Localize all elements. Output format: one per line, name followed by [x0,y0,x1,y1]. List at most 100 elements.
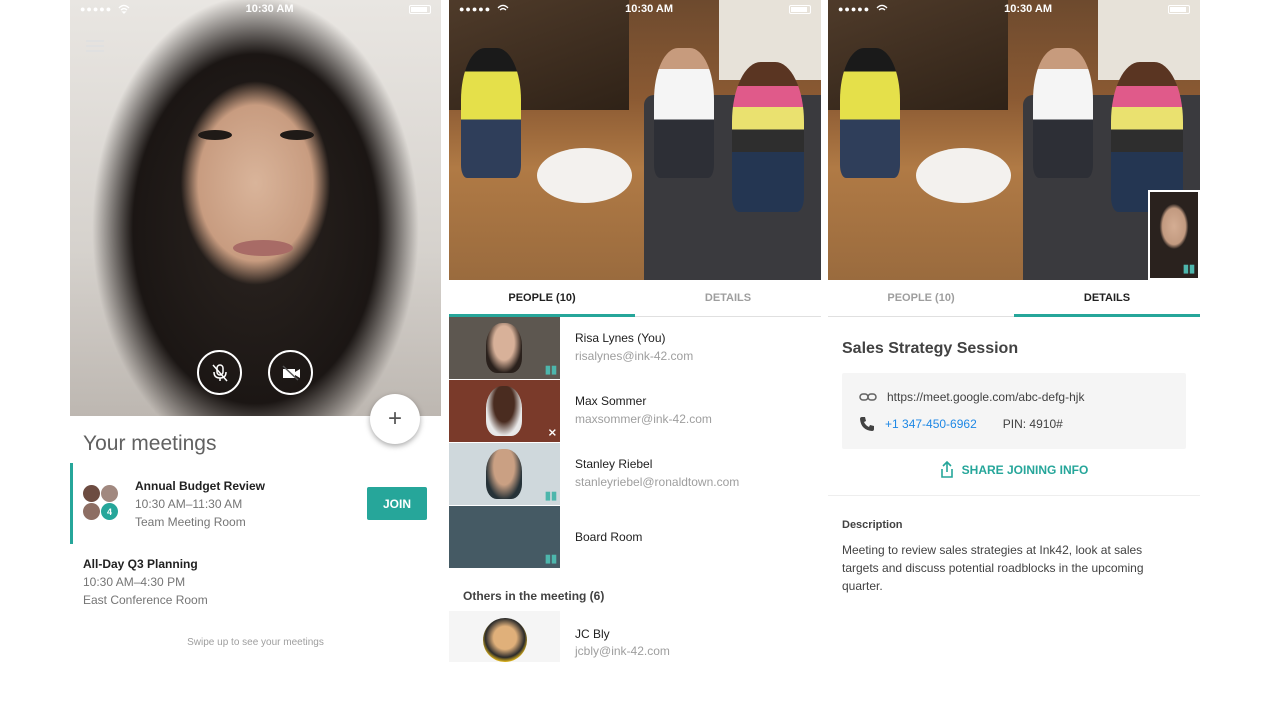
participant-face [486,449,522,499]
status-bar: ●●●●● 10:30 AM [449,0,821,18]
mic-off-icon [211,363,228,381]
participant-face [486,323,522,373]
swipe-hint: Swipe up to see your meetings [187,637,324,648]
participant-email: stanleyriebel@ronaldtown.com [575,475,740,489]
battery-icon [1167,4,1190,14]
signal-icon: ●●●●● [459,4,492,14]
meeting-title: Annual Budget Review [135,479,266,493]
person-striped [732,62,804,212]
call-details-screen: ▮▮ ●●●●● 10:30 AM PEOPLE (10) DETAILS Sa… [828,0,1200,662]
eye-left [198,130,232,140]
participant-row[interactable]: JC Bly jcbly@ink-42.com [449,611,821,662]
participant-name: Risa Lynes (You) [575,331,666,345]
call-people-screen: ●●●●● 10:30 AM PEOPLE (10) DETAILS ▮▮ Ri… [449,0,821,662]
person-yellow [461,48,521,178]
room-video-feed: ▮▮ [828,0,1200,280]
tab-details[interactable]: DETAILS [635,280,821,316]
dial-in-pin: PIN: 4910# [1002,417,1063,431]
signal-icon: ●●●●● [838,4,871,14]
tab-details[interactable]: DETAILS [1014,280,1200,317]
participant-video: ▮▮ [449,506,560,568]
meeting-link-row[interactable]: https://meet.google.com/abc-defg-hjk [859,390,1084,404]
camera-off-icon [281,364,300,381]
avatar [483,618,527,662]
phone-icon [860,417,874,431]
participant-email: risalynes@ink-42.com [575,349,694,363]
status-bar: ●●●●● 10:30 AM [828,0,1200,18]
person-white-shirt [654,48,714,178]
participant-name: Max Sommer [575,394,647,408]
self-video-preview [70,0,441,416]
meeting-card[interactable]: All-Day Q3 Planning 10:30 AM–4:30 PM Eas… [83,555,208,609]
audio-level-icon: ▮▮ [544,364,557,376]
meeting-card-active[interactable]: 4 Annual Budget Review 10:30 AM–11:30 AM… [70,463,441,544]
participant-name: Board Room [575,530,643,544]
meeting-room: East Conference Room [83,593,208,607]
avatar [101,485,118,502]
tab-bar: PEOPLE (10) DETAILS [828,280,1200,317]
active-indicator [70,463,73,544]
share-label: SHARE JOINING INFO [961,462,1089,477]
dial-in-row[interactable]: +1 347-450-6962 PIN: 4910# [859,416,1063,432]
tab-people[interactable]: PEOPLE (10) [828,280,1014,316]
description-label: Description [842,519,903,531]
avatar [83,485,100,502]
wifi-icon [118,4,130,14]
description-text: Meeting to review sales strategies at In… [842,543,1144,593]
status-bar: ●●●●● 10:30 AM [70,0,441,18]
meeting-title: Sales Strategy Session [842,340,1019,357]
mic-off-icon: ⨯ [547,427,557,439]
avatar [83,503,100,520]
audio-level-icon: ▮▮ [544,490,557,502]
lips [233,240,293,256]
meeting-room: Team Meeting Room [135,515,246,529]
joining-info-box: https://meet.google.com/abc-defg-hjk +1 … [842,373,1186,449]
eye-right [280,130,314,140]
meeting-link[interactable]: https://meet.google.com/abc-defg-hjk [887,390,1084,404]
participant-row[interactable]: ▮▮ Stanley Riebel stanleyriebel@ronaldto… [449,443,821,506]
audio-level-icon: ▮▮ [544,553,557,565]
participant-email: maxsommer@ink-42.com [575,412,712,426]
meeting-time: 10:30 AM–11:30 AM [135,497,243,511]
link-icon [859,393,877,401]
participant-row[interactable]: ⨯ Max Sommer maxsommer@ink-42.com [449,380,821,443]
coffee-table [537,148,632,203]
menu-icon[interactable] [86,40,104,52]
wifi-icon [876,4,888,11]
coffee-table [916,148,1011,203]
meetings-screen: ●●●●● 10:30 AM + Your meetings 4 Annual … [70,0,441,662]
signal-icon: ●●●●● [80,4,113,14]
audio-level-icon: ▮▮ [1182,263,1195,275]
tab-bar: PEOPLE (10) DETAILS [449,280,821,317]
status-time: 10:30 AM [1004,3,1053,15]
meeting-title: All-Day Q3 Planning [83,557,198,571]
battery-icon [788,4,811,14]
participant-video: ▮▮ [449,443,560,505]
status-time: 10:30 AM [245,3,294,15]
camera-toggle-button[interactable] [268,350,313,395]
wifi-icon [497,4,509,11]
participant-face [486,386,522,436]
participant-video: ⨯ [449,380,560,442]
mic-toggle-button[interactable] [197,350,242,395]
others-heading: Others in the meeting (6) [463,589,605,603]
participant-row[interactable]: ▮▮ Risa Lynes (You) risalynes@ink-42.com [449,317,821,380]
join-button[interactable]: JOIN [367,487,427,520]
share-joining-info-button[interactable]: SHARE JOINING INFO [828,461,1200,478]
dial-in-number[interactable]: +1 347-450-6962 [885,417,977,431]
self-view-thumbnail[interactable]: ▮▮ [1148,190,1200,280]
meetings-title: Your meetings [83,432,217,455]
participant-video: ▮▮ [449,317,560,379]
meeting-time: 10:30 AM–4:30 PM [83,575,186,589]
attendee-avatars: 4 [83,485,123,525]
extra-attendees-badge: 4 [101,503,118,520]
add-icon: + [387,405,402,432]
person-yellow [840,48,900,178]
status-time: 10:30 AM [625,3,674,15]
participant-name: Stanley Riebel [575,457,653,471]
add-meeting-button[interactable]: + [370,394,420,444]
participant-row[interactable]: ▮▮ Board Room [449,506,821,569]
participant-avatar [449,611,560,662]
battery-icon [408,4,431,14]
tab-people[interactable]: PEOPLE (10) [449,280,635,317]
